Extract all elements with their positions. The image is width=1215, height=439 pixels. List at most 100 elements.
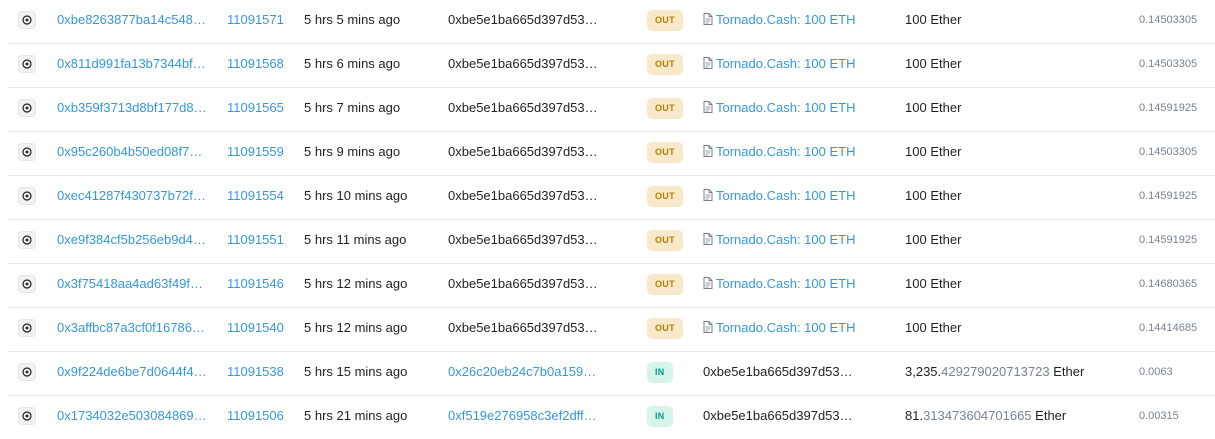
block-link[interactable]: 11091506: [227, 408, 284, 423]
contract-icon: [703, 221, 713, 261]
block-link[interactable]: 11091546: [227, 276, 284, 291]
block-link[interactable]: 11091554: [227, 188, 284, 203]
age-text: 5 hrs 21 mins ago: [304, 408, 408, 423]
to-address[interactable]: Tornado.Cash: 100 ETH: [716, 308, 855, 348]
block-link[interactable]: 11091551: [227, 232, 284, 247]
to-address[interactable]: Tornado.Cash: 100 ETH: [716, 132, 855, 172]
direction-cell: OUT: [647, 0, 687, 42]
block-link[interactable]: 11091565: [227, 100, 284, 115]
preview-cell: [18, 220, 38, 262]
to-cell: Tornado.Cash: 100 ETH: [703, 308, 873, 350]
eye-icon[interactable]: [18, 275, 36, 293]
value-integer: 3,235.: [905, 364, 942, 379]
to-address[interactable]: Tornado.Cash: 100 ETH: [716, 44, 855, 84]
to-cell: Tornado.Cash: 100 ETH: [703, 132, 873, 174]
eye-icon[interactable]: [18, 99, 36, 117]
txn-fee-cell: 0.14591925: [1139, 88, 1215, 130]
txn-hash-link[interactable]: 0xe9f384cf5b256eb9d4…: [57, 220, 206, 260]
value-decimals: 313473604701665: [923, 408, 1032, 423]
eye-icon[interactable]: [18, 11, 36, 29]
transactions-table: 0xbe8263877ba14c548… 11091571 5 hrs 5 mi…: [0, 0, 1215, 439]
txn-hash-cell: 0x3affbc87a3cf0f16786…: [57, 308, 209, 350]
block-link[interactable]: 11091559: [227, 144, 284, 159]
preview-cell: [18, 88, 38, 130]
block-cell: 11091546: [227, 264, 297, 306]
block-cell: 11091565: [227, 88, 297, 130]
block-cell: 11091540: [227, 308, 297, 350]
to-address[interactable]: Tornado.Cash: 100 ETH: [716, 220, 855, 260]
block-link[interactable]: 11091571: [227, 12, 284, 27]
age-cell: 5 hrs 5 mins ago: [304, 0, 434, 42]
block-link[interactable]: 11091568: [227, 56, 284, 71]
direction-cell: IN: [647, 352, 687, 394]
block-cell: 11091554: [227, 176, 297, 218]
direction-badge: OUT: [647, 318, 683, 339]
contract-icon: [703, 177, 713, 217]
age-cell: 5 hrs 6 mins ago: [304, 44, 434, 86]
direction-cell: OUT: [647, 132, 687, 174]
txn-hash-cell: 0xec41287f430737b72f…: [57, 176, 209, 218]
value-integer: 81.: [905, 408, 924, 423]
table-row: 0xec41287f430737b72f… 11091554 5 hrs 10 …: [8, 176, 1215, 220]
from-address[interactable]: 0xf519e276958c3ef2dff…: [448, 396, 597, 436]
txn-hash-link[interactable]: 0x9f224de6be7d0644f4…: [57, 352, 207, 392]
txn-hash-link[interactable]: 0x1734032e503084869…: [57, 396, 207, 436]
txn-hash-link[interactable]: 0x95c260b4b50ed08f7…: [57, 132, 202, 172]
eye-icon[interactable]: [18, 187, 36, 205]
value-cell: 100 Ether: [905, 88, 1125, 130]
to-address[interactable]: Tornado.Cash: 100 ETH: [716, 264, 855, 304]
table-row: 0x3f75418aa4ad63f49f… 11091546 5 hrs 12 …: [8, 264, 1215, 308]
txn-hash-cell: 0xe9f384cf5b256eb9d4…: [57, 220, 209, 262]
txn-fee: 0.14591925: [1139, 102, 1198, 114]
eye-icon[interactable]: [18, 407, 36, 425]
txn-hash-link[interactable]: 0x3f75418aa4ad63f49f…: [57, 264, 203, 304]
age-cell: 5 hrs 12 mins ago: [304, 264, 434, 306]
value-cell: 100 Ether: [905, 264, 1125, 306]
block-link[interactable]: 11091540: [227, 320, 284, 335]
value-integer: 100: [905, 56, 927, 71]
value-cell: 100 Ether: [905, 0, 1125, 42]
eye-icon[interactable]: [18, 231, 36, 249]
value-cell: 100 Ether: [905, 44, 1125, 86]
txn-fee-cell: 0.14414685: [1139, 308, 1215, 350]
eye-icon[interactable]: [18, 319, 36, 337]
value-cell: 100 Ether: [905, 308, 1125, 350]
to-address[interactable]: Tornado.Cash: 100 ETH: [716, 176, 855, 216]
from-cell: 0xbe5e1ba665d397d53…: [448, 132, 600, 174]
direction-cell: OUT: [647, 44, 687, 86]
from-address: 0xbe5e1ba665d397d53…: [448, 100, 598, 115]
txn-hash-link[interactable]: 0xbe8263877ba14c548…: [57, 0, 206, 40]
block-cell: 11091559: [227, 132, 297, 174]
direction-badge: OUT: [647, 98, 683, 119]
contract-icon: [703, 265, 713, 305]
preview-cell: [18, 396, 38, 438]
from-address[interactable]: 0x26c20eb24c7b0a159…: [448, 352, 596, 392]
txn-fee-cell: 0.0063: [1139, 352, 1215, 394]
txn-fee-cell: 0.00315: [1139, 396, 1215, 438]
to-address[interactable]: Tornado.Cash: 100 ETH: [716, 88, 855, 128]
eye-icon[interactable]: [18, 55, 36, 73]
txn-hash-link[interactable]: 0x3affbc87a3cf0f16786…: [57, 308, 205, 348]
direction-cell: IN: [647, 396, 687, 438]
value-unit: Ether: [930, 144, 962, 159]
block-link[interactable]: 11091538: [227, 364, 284, 379]
from-cell: 0xf519e276958c3ef2dff…: [448, 396, 600, 438]
contract-icon: [703, 45, 713, 85]
eye-icon[interactable]: [18, 363, 36, 381]
txn-hash-cell: 0x9f224de6be7d0644f4…: [57, 352, 209, 394]
txn-hash-link[interactable]: 0x811d991fa13b7344bf…: [57, 44, 206, 84]
eye-icon[interactable]: [18, 143, 36, 161]
preview-cell: [18, 176, 38, 218]
txn-hash-cell: 0xb359f3713d8bf177d8…: [57, 88, 209, 130]
value-cell: 100 Ether: [905, 132, 1125, 174]
value-cell: 100 Ether: [905, 220, 1125, 262]
txn-hash-cell: 0x95c260b4b50ed08f7…: [57, 132, 209, 174]
preview-cell: [18, 132, 38, 174]
txn-fee: 0.14503305: [1139, 14, 1198, 26]
value-integer: 100: [905, 232, 927, 247]
txn-fee: 0.00315: [1139, 410, 1179, 422]
from-cell: 0x26c20eb24c7b0a159…: [448, 352, 600, 394]
txn-hash-link[interactable]: 0xb359f3713d8bf177d8…: [57, 88, 207, 128]
txn-hash-link[interactable]: 0xec41287f430737b72f…: [57, 176, 206, 216]
to-address[interactable]: Tornado.Cash: 100 ETH: [716, 0, 855, 40]
